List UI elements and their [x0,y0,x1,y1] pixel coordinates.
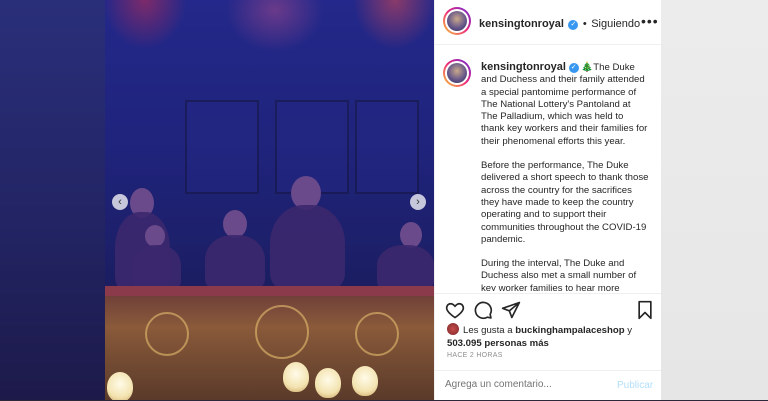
backdrop-left [0,0,105,400]
chevron-left-icon: ‹ [118,195,122,208]
photo-figure [133,245,181,290]
photo-figure [377,245,434,290]
likes-summary: Les gusta a buckinghampalaceshop y 503.0… [447,323,652,350]
chevron-right-icon: › [416,195,420,208]
comment-icon[interactable] [473,300,493,320]
photo-wall-panel [355,100,419,194]
liker-avatar[interactable] [447,323,459,335]
photo-figure-head [145,225,165,247]
caption-paragraph: Before the performance, The Duke deliver… [481,160,649,245]
photo-lamp [107,372,133,400]
caption-avatar[interactable] [443,59,471,87]
more-options-icon[interactable]: ••• [641,13,659,29]
carousel-next-button[interactable]: › [410,194,426,210]
carousel-prev-button[interactable]: ‹ [112,194,128,210]
bookmark-icon[interactable] [635,300,655,320]
heart-icon[interactable] [445,300,465,320]
verified-badge-icon: ✓ [568,63,579,73]
backdrop-right [660,0,768,400]
post-caption: kensingtonroyal ✓ 🎄The Duke and Duchess … [481,61,649,291]
photo-figure-head [223,210,247,238]
photo-figure [205,235,265,290]
photo-ornament [255,305,309,359]
likes-joiner: y [627,325,633,336]
comment-bar: Publicar [435,370,661,401]
verified-badge-icon: ✓ [568,20,579,30]
follow-status-button[interactable]: Siguiendo [591,18,640,30]
header-user-line: kensingtonroyal ✓ • Siguiendo [479,14,640,32]
photo-lamp [283,362,309,392]
header-separator: • [582,18,587,30]
caption-paragraph: kensingtonroyal ✓ 🎄The Duke and Duchess … [481,61,649,148]
caption-paragraph: During the interval, The Duke and Duches… [481,258,637,291]
caption-text: The Duke and Duchess and their family at… [481,62,648,147]
post-photo[interactable] [105,0,434,400]
photo-balcony-rail [105,286,434,296]
photo-curtain [105,0,434,110]
action-bar [435,293,661,324]
post-sidebar: kensingtonroyal ✓ • Siguiendo ••• kensin… [434,0,661,400]
photo-figure [270,205,345,290]
publish-button[interactable]: Publicar [617,380,653,391]
avatar-image [447,11,467,31]
photo-lamp [352,366,378,396]
post-timestamp[interactable]: HACE 2 HORAS [447,352,503,359]
photo-lamp [315,368,341,398]
likes-count[interactable]: 503.095 personas más [447,338,549,349]
photo-ornament [355,312,399,356]
comment-input[interactable] [445,379,595,390]
photo-ornament [145,312,189,356]
photo-wall-panel [185,100,259,194]
share-icon[interactable] [501,300,521,320]
caption-username[interactable]: kensingtonroyal [481,61,566,73]
liker-username[interactable]: buckinghampalaceshop [515,325,624,336]
tree-emoji-icon: 🎄 [581,62,594,73]
author-avatar[interactable] [443,7,471,35]
post-header: kensingtonroyal ✓ • Siguiendo ••• [435,0,661,45]
header-username[interactable]: kensingtonroyal [479,18,564,30]
likes-prefix: Les gusta a [463,325,513,336]
avatar-image [447,63,467,83]
